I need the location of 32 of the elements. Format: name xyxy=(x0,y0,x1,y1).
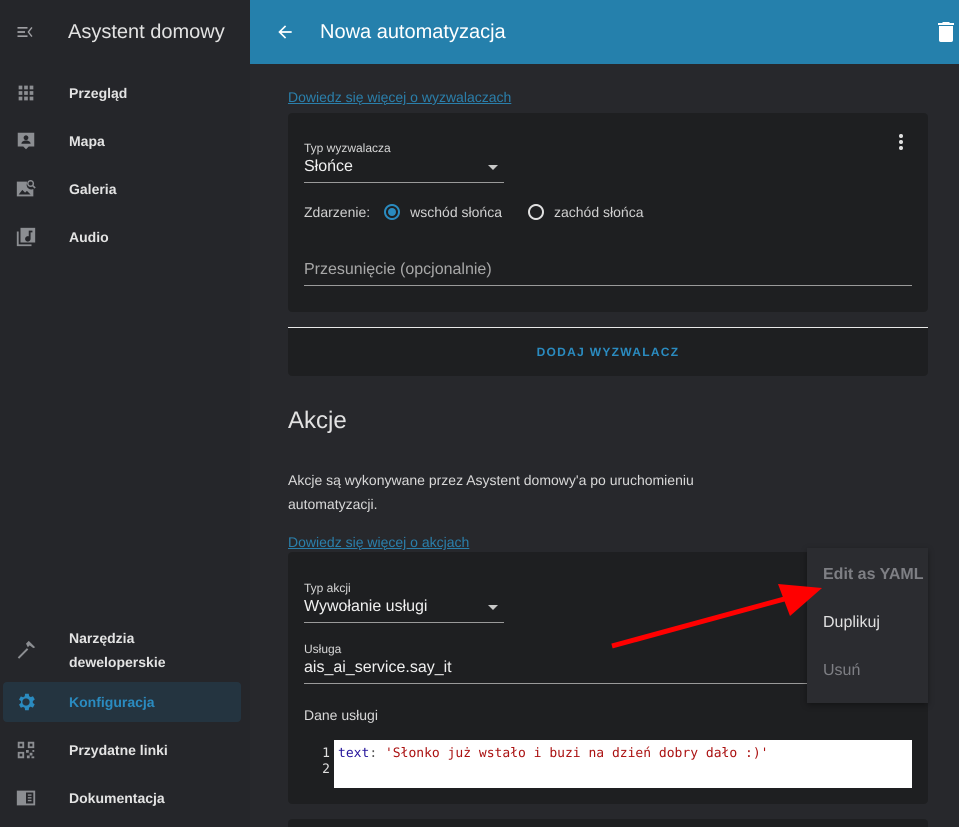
page-title: Nowa automatyzacja xyxy=(320,20,507,44)
sidebar-item[interactable]: Przydatne linki xyxy=(3,730,241,770)
line-number: 2 xyxy=(322,762,330,778)
app-title: Asystent domowy xyxy=(68,20,225,44)
radio-label: wschód słońca xyxy=(410,204,502,220)
add-trigger-button[interactable]: DODAJ WYZWALACZ xyxy=(288,328,928,376)
section-heading: Akcje xyxy=(288,406,347,436)
field-label: Dane usługi xyxy=(304,706,378,724)
sidebar-item[interactable]: Dokumentacja xyxy=(3,778,241,818)
radio-label: zachód słońca xyxy=(554,204,644,220)
more-options-icon[interactable] xyxy=(898,133,904,151)
delete-icon[interactable] xyxy=(938,22,954,42)
code-editor[interactable]: text: 'Słonko już wstało i buzi na dzień dobry dało :)' xyxy=(334,740,912,788)
music-library-icon xyxy=(15,226,37,248)
radio-button[interactable] xyxy=(384,204,400,220)
code-line: text: 'Słonko już wstało i buzi na dzień dobry dało :)' xyxy=(338,746,768,761)
sidebar-item[interactable]: Przegląd xyxy=(3,73,241,113)
account-box-icon xyxy=(15,130,37,152)
line-number: 1 xyxy=(322,746,330,762)
dropdown-field[interactable]: Typ akcji Wywołanie usługi xyxy=(304,580,504,623)
section-description: Akcje są wykonywane przez Asystent domowy'a po uruchomieniu automatyzacji. xyxy=(288,471,695,514)
qr-code-icon xyxy=(15,739,37,761)
offset-field[interactable]: Przesunięcie (opcjonalnie) xyxy=(304,259,912,286)
hammer-icon xyxy=(15,639,37,661)
sidebar-item[interactable]: Audio xyxy=(3,217,241,257)
sidebar-item[interactable]: Galeria xyxy=(3,169,241,209)
field-label: Zdarzenie: xyxy=(304,204,370,220)
dropdown-field[interactable]: Typ wyzwalacza Słońce xyxy=(304,140,504,183)
sidebar-item[interactable]: Mapa xyxy=(3,121,241,161)
caret-icon xyxy=(488,604,498,610)
caret-icon xyxy=(488,164,498,170)
sidebar-item[interactable]: Narzędzia deweloperskie xyxy=(3,626,241,674)
